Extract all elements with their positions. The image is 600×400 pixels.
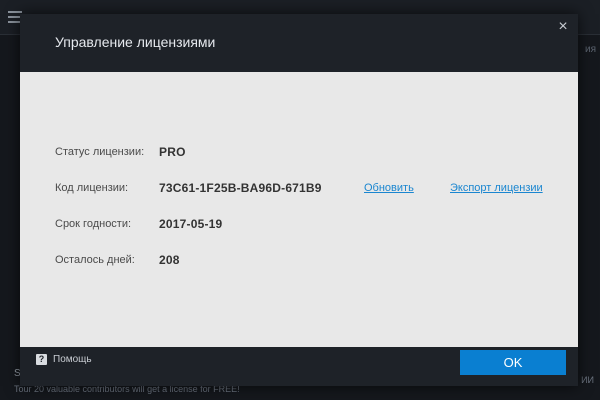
expiry-date-value: 2017-05-19 [159,217,223,231]
license-code-label: Код лицензии: [55,182,129,194]
license-code-row: Код лицензии: 73C61-1F25B-BA96D-671B9 Об… [55,181,555,198]
license-status-label: Статус лицензии: [55,146,145,158]
background-tab-label: ия [584,44,596,55]
dialog-body: Статус лицензии: PRO Код лицензии: 73C61… [20,72,578,347]
help-label: Помощь [53,354,92,365]
days-left-value: 208 [159,253,180,267]
expiry-date-label: Срок годности: [55,218,132,230]
days-left-label: Осталось дней: [55,254,135,266]
dialog-title: Управление лицензиями [55,34,216,50]
ok-button[interactable]: OK [460,350,566,375]
license-status-value: PRO [159,145,186,159]
close-icon[interactable]: × [554,18,572,36]
days-left-row: Осталось дней: 208 [55,253,555,270]
license-code-value: 73C61-1F25B-BA96D-671B9 [159,181,322,195]
dialog-footer: ? Помощь OK [20,347,578,386]
export-license-link[interactable]: Экспорт лицензии [450,182,543,194]
help-icon: ? [36,354,47,365]
background-link: ИИ [581,375,594,385]
expiry-date-row: Срок годности: 2017-05-19 [55,217,555,234]
refresh-license-link[interactable]: Обновить [364,182,414,194]
dialog-header: Управление лицензиями × [20,14,578,72]
license-dialog: Управление лицензиями × Статус лицензии:… [20,14,578,386]
license-status-row: Статус лицензии: PRO [55,145,555,162]
